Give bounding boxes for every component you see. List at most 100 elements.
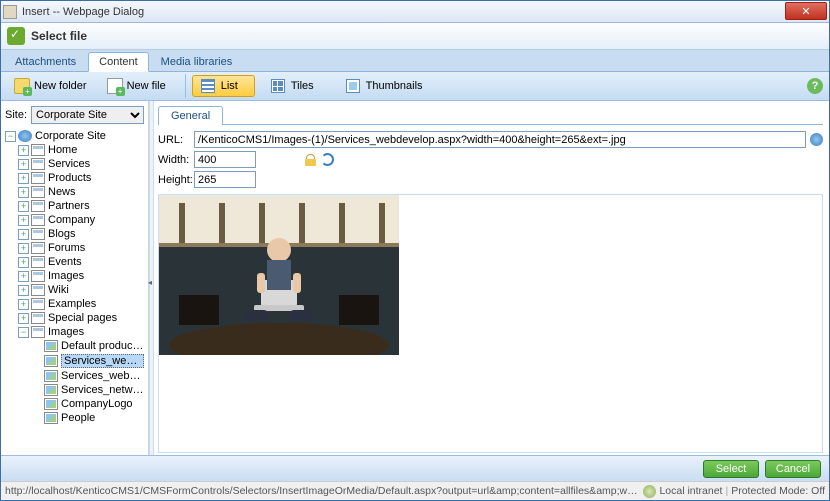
expand-icon[interactable]: + — [18, 229, 29, 240]
tab-content[interactable]: Content — [88, 52, 149, 72]
expand-icon[interactable]: + — [18, 285, 29, 296]
toolbar: New folder New file List Tiles Thumbnail… — [1, 72, 829, 101]
image-preview — [158, 194, 823, 453]
site-select[interactable]: Corporate Site — [31, 106, 144, 124]
thumbnails-icon — [346, 79, 360, 93]
new-file-button[interactable]: New file — [100, 75, 173, 97]
folder-plus-icon — [14, 78, 30, 94]
tree-node[interactable]: +Forums — [5, 241, 144, 255]
page-icon — [31, 298, 45, 310]
tree: −Corporate Site +Home+Services+Products+… — [5, 129, 144, 425]
tab-general[interactable]: General — [158, 106, 223, 125]
expand-icon[interactable]: + — [18, 243, 29, 254]
titlebar: Insert -- Webpage Dialog ✕ — [1, 1, 829, 23]
toolbar-divider — [185, 74, 186, 98]
view-tiles-label: Tiles — [291, 80, 314, 92]
view-list-button[interactable]: List — [192, 75, 255, 97]
tree-node[interactable]: +Blogs — [5, 227, 144, 241]
main-tabs: Attachments Content Media libraries — [1, 50, 829, 72]
page-icon — [31, 270, 45, 282]
tree-node[interactable]: +Company — [5, 213, 144, 227]
image-icon — [44, 340, 58, 352]
new-folder-button[interactable]: New folder — [7, 75, 94, 97]
tree-node[interactable]: +News — [5, 185, 144, 199]
select-button[interactable]: Select — [703, 460, 759, 478]
tree-node[interactable]: +Wiki — [5, 283, 144, 297]
tab-attachments[interactable]: Attachments — [5, 53, 86, 71]
tree-leaf[interactable]: Services_webdesign — [5, 369, 144, 383]
image-icon — [44, 355, 58, 367]
status-bar: http://localhost/KenticoCMS1/CMSFormCont… — [1, 481, 829, 500]
expand-icon[interactable]: + — [18, 215, 29, 226]
expand-icon[interactable]: + — [18, 201, 29, 212]
page-icon — [31, 144, 45, 156]
tree-leaf[interactable]: People — [5, 411, 144, 425]
width-input[interactable] — [194, 151, 256, 168]
view-thumbnails-label: Thumbnails — [366, 80, 423, 92]
splitter[interactable] — [149, 101, 154, 455]
tree-node[interactable]: +Events — [5, 255, 144, 269]
tree-node[interactable]: +Special pages — [5, 311, 144, 325]
image-icon — [44, 370, 58, 382]
tree-node[interactable]: +Home — [5, 143, 144, 157]
page-icon — [31, 172, 45, 184]
expand-icon[interactable]: + — [18, 271, 29, 282]
refresh-icon[interactable] — [321, 153, 334, 166]
tree-node[interactable]: −Images — [5, 325, 144, 339]
tree-leaf[interactable]: Services_network — [5, 383, 144, 397]
height-label: Height: — [158, 174, 194, 186]
tree-leaf[interactable]: Services_webdevelop — [5, 353, 144, 369]
expand-icon[interactable]: + — [18, 173, 29, 184]
tree-node[interactable]: +Images — [5, 269, 144, 283]
expand-icon[interactable]: + — [18, 187, 29, 198]
page-icon — [31, 214, 45, 226]
page-icon — [31, 186, 45, 198]
new-folder-label: New folder — [34, 80, 87, 92]
tree-leaf[interactable]: CompanyLogo — [5, 397, 144, 411]
page-icon — [31, 256, 45, 268]
dialog-header: Select file — [1, 23, 829, 50]
expand-icon[interactable]: − — [18, 327, 29, 338]
expand-icon[interactable]: + — [18, 159, 29, 170]
list-icon — [201, 79, 215, 93]
image-icon — [44, 398, 58, 410]
status-mode: Protected Mode: Off — [731, 485, 825, 497]
page-icon — [31, 200, 45, 212]
cancel-button[interactable]: Cancel — [765, 460, 821, 478]
file-plus-icon — [107, 78, 123, 94]
left-pane: Site: Corporate Site −Corporate Site +Ho… — [1, 101, 149, 455]
tree-node[interactable]: +Services — [5, 157, 144, 171]
tab-media-libraries[interactable]: Media libraries — [151, 53, 243, 71]
collapse-icon[interactable]: − — [5, 131, 16, 142]
page-icon — [31, 284, 45, 296]
url-input[interactable] — [194, 131, 806, 148]
page-icon — [31, 228, 45, 240]
expand-icon[interactable]: + — [18, 313, 29, 324]
tree-leaf[interactable]: Default product image — [5, 339, 144, 353]
tree-node[interactable]: +Partners — [5, 199, 144, 213]
tree-root[interactable]: −Corporate Site — [5, 129, 144, 143]
page-icon — [31, 242, 45, 254]
view-list-label: List — [221, 80, 238, 92]
close-button[interactable]: ✕ — [785, 2, 827, 20]
dialog-title: Select file — [31, 29, 87, 43]
right-pane: General URL: Width: Height: — [154, 101, 829, 455]
expand-icon[interactable]: + — [18, 257, 29, 268]
app-icon — [3, 5, 17, 19]
view-thumbnails-button[interactable]: Thumbnails — [338, 76, 439, 96]
tree-node[interactable]: +Examples — [5, 297, 144, 311]
browse-icon[interactable] — [810, 133, 823, 146]
height-input[interactable] — [194, 171, 256, 188]
preview-image — [159, 195, 399, 355]
view-tiles-button[interactable]: Tiles — [263, 76, 330, 96]
help-button[interactable]: ? — [807, 78, 823, 94]
page-icon — [31, 326, 45, 338]
lock-icon[interactable] — [304, 153, 317, 166]
expand-icon[interactable]: + — [18, 145, 29, 156]
page-icon — [31, 312, 45, 324]
expand-icon[interactable]: + — [18, 299, 29, 310]
zone-icon — [643, 485, 656, 498]
tiles-icon — [271, 79, 285, 93]
image-icon — [44, 412, 58, 424]
tree-node[interactable]: +Products — [5, 171, 144, 185]
